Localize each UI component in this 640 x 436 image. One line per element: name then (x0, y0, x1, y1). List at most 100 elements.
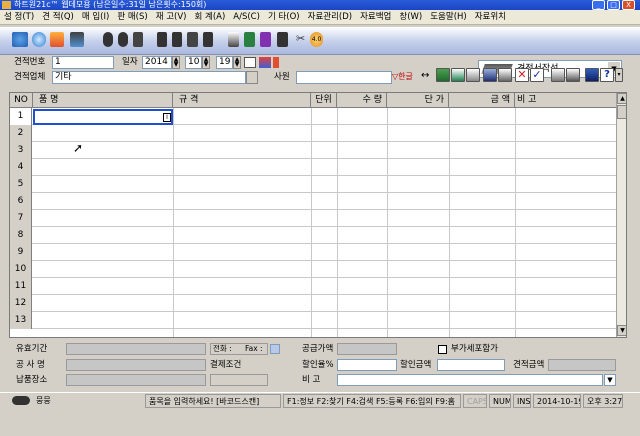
delivery-place-field[interactable] (66, 374, 206, 386)
table-row[interactable]: 10 (10, 261, 616, 278)
settings-icon[interactable] (103, 32, 113, 47)
schedule-icon[interactable] (259, 57, 271, 68)
menu-accounting[interactable]: 회 계(A) (191, 10, 230, 25)
connect-icon[interactable] (12, 32, 28, 47)
validity-field[interactable] (66, 343, 206, 355)
more-chevron-icon[interactable]: ▾ (615, 68, 623, 82)
save-icon[interactable] (483, 68, 497, 82)
supply-amount-label: 공급가액 (302, 344, 334, 354)
payment-terms-field[interactable] (210, 374, 268, 386)
table-row[interactable]: 6 (10, 193, 616, 210)
copy-icon[interactable] (466, 68, 480, 82)
menu-data-management[interactable]: 자료관리(D) (304, 10, 356, 25)
supply-amount-field[interactable] (337, 343, 397, 355)
col-item-name[interactable]: 품 명 (33, 93, 173, 108)
table-row[interactable]: 5 (10, 176, 616, 193)
company-field[interactable]: 기타 (52, 71, 246, 84)
grid-view-icon[interactable] (585, 68, 599, 82)
table-row[interactable]: 11 (10, 278, 616, 295)
folder-icon[interactable] (157, 32, 167, 47)
swap-icon[interactable]: ↔ (421, 70, 429, 82)
print-preview-icon[interactable] (551, 68, 565, 82)
col-amount[interactable]: 금 액 (449, 93, 515, 108)
menu-window[interactable]: 창(W) (395, 10, 426, 25)
col-no[interactable]: NO (10, 93, 33, 108)
discount-amount-field[interactable] (437, 359, 505, 371)
menu-estimate[interactable]: 견 적(Q) (38, 10, 78, 25)
leaf-icon[interactable] (244, 32, 255, 47)
year-stepper[interactable]: ▲ ▼ (172, 56, 180, 69)
users-icon[interactable] (70, 32, 84, 47)
col-note[interactable]: 비 고 (515, 93, 616, 108)
table-row[interactable]: 4 (10, 159, 616, 176)
print-icon[interactable] (203, 32, 213, 47)
col-spec[interactable]: 규 격 (173, 93, 311, 108)
language-toggle[interactable]: ▽한글 (392, 71, 413, 83)
col-unit-price[interactable]: 단 가 (387, 93, 449, 108)
employee-field[interactable] (296, 71, 392, 84)
menu-inventory[interactable]: 재 고(V) (152, 10, 191, 25)
list-icon[interactable] (277, 32, 288, 47)
window-icon[interactable] (133, 32, 143, 47)
phone-fax-toggle-icon[interactable] (270, 344, 280, 354)
excel-icon[interactable] (436, 68, 450, 82)
note-field[interactable] (337, 374, 603, 386)
scroll-up-icon[interactable]: ▲ (617, 93, 626, 104)
col-unit[interactable]: 단위 (311, 93, 337, 108)
printer-icon[interactable] (566, 68, 580, 82)
cell-edit-icon[interactable]: I (163, 113, 171, 122)
construction-field[interactable] (66, 359, 206, 371)
note-dropdown-icon[interactable]: ▼ (604, 374, 616, 386)
menu-backup[interactable]: 자료백업 (356, 10, 395, 25)
scroll-down-icon[interactable]: ▼ (617, 325, 626, 336)
globe-icon[interactable] (32, 32, 46, 47)
table-row[interactable]: 13 (10, 312, 616, 329)
selected-cell[interactable]: I (33, 109, 173, 125)
menu-data-location[interactable]: 자료위치 (471, 10, 510, 25)
version-badge[interactable]: 4.0 (310, 32, 323, 47)
grid-scrollbar[interactable]: ▲ ▼ (616, 93, 626, 337)
table-row[interactable]: 9 (10, 244, 616, 261)
memo-icon[interactable] (273, 57, 279, 68)
help-icon[interactable]: ? (600, 68, 614, 82)
calendar-icon[interactable] (50, 32, 64, 47)
document-icon[interactable] (187, 32, 198, 47)
menu-sales[interactable]: 판 매(S) (113, 10, 151, 25)
table-row[interactable]: 3 (10, 142, 616, 159)
home-icon[interactable] (228, 32, 239, 47)
estimate-amount-field[interactable] (548, 359, 616, 371)
menu-etc[interactable]: 기 타(O) (264, 10, 304, 25)
month-field[interactable]: 10 (185, 56, 202, 69)
minimize-button[interactable]: _ (592, 0, 605, 10)
grid-icon[interactable] (172, 32, 182, 47)
back-arrow-icon[interactable] (451, 68, 465, 82)
month-stepper[interactable]: ▲ ▼ (202, 56, 210, 69)
tools-icon[interactable]: ✂ (296, 32, 308, 47)
close-button[interactable]: X (622, 0, 635, 10)
check-icon[interactable]: ✓ (530, 68, 544, 82)
table-row[interactable]: 2 (10, 125, 616, 142)
menu-purchase[interactable]: 매 입(I) (78, 10, 113, 25)
menu-help[interactable]: 도움말(H) (426, 10, 470, 25)
year-field[interactable]: 2014 (142, 56, 172, 69)
table-row[interactable]: 12 (10, 295, 616, 312)
paste-icon[interactable] (498, 68, 512, 82)
estimate-no-field[interactable]: 1 (52, 56, 114, 69)
col-quantity[interactable]: 수 량 (337, 93, 387, 108)
book-icon[interactable] (260, 32, 271, 47)
table-row[interactable]: 7 (10, 210, 616, 227)
table-row[interactable]: 8 (10, 227, 616, 244)
clock-icon[interactable] (118, 32, 128, 47)
menu-settings[interactable]: 설 정(T) (0, 10, 38, 25)
day-stepper[interactable]: ▲ ▼ (233, 56, 241, 69)
vat-included-checkbox[interactable] (438, 345, 447, 354)
scroll-thumb[interactable] (617, 105, 626, 119)
row-number: 12 (10, 295, 32, 312)
menu-as[interactable]: A/S(C) (229, 10, 264, 25)
discount-rate-field[interactable] (337, 359, 397, 371)
day-field[interactable]: 19 (216, 56, 233, 69)
company-search-button[interactable] (246, 71, 258, 84)
delete-icon[interactable]: ✕ (515, 68, 529, 82)
calendar-picker-icon[interactable] (244, 57, 256, 68)
maximize-button[interactable]: □ (607, 0, 620, 10)
